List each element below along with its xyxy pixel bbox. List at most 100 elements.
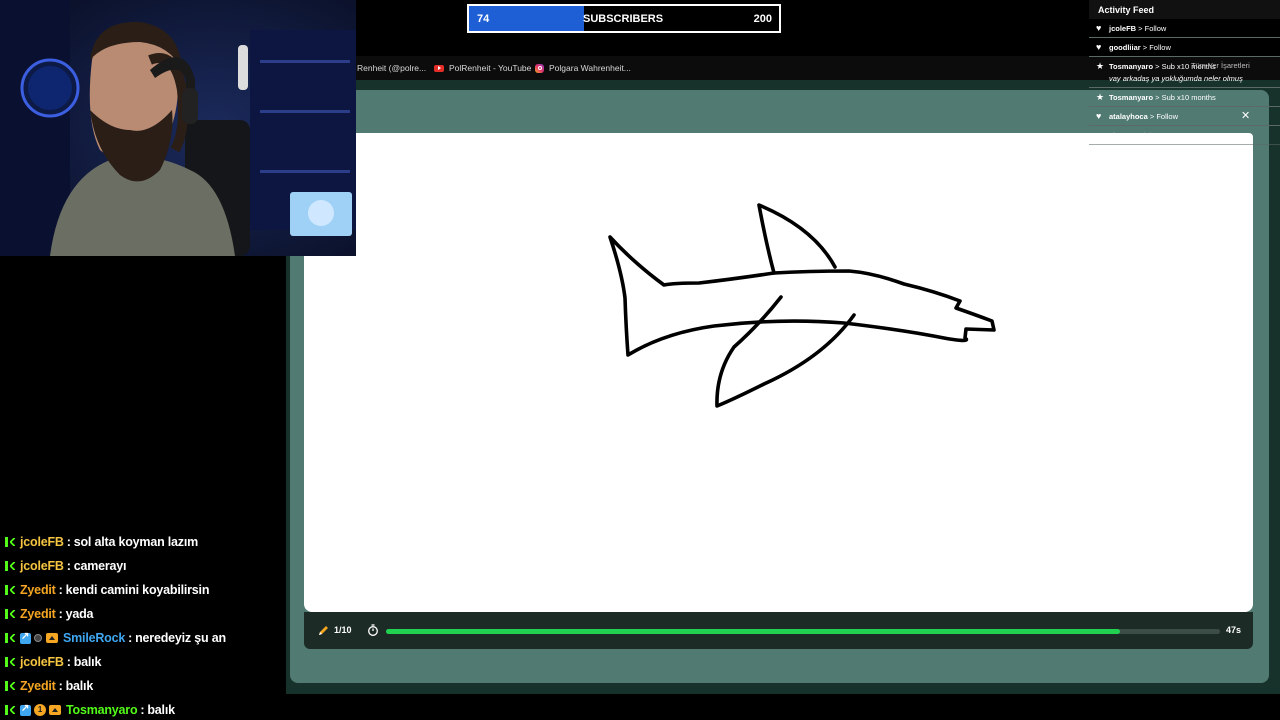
chat-username[interactable]: jcoleFB <box>20 535 64 549</box>
chat-username[interactable]: Zyedit <box>20 679 56 693</box>
crown-badge-icon <box>49 705 61 715</box>
kick-badge-icon <box>5 537 15 547</box>
round-counter: 1/10 <box>334 625 352 635</box>
chat-separator: : <box>128 631 133 645</box>
chat-separator: : <box>58 607 63 621</box>
subscriber-goal-label: SUBSCRIBERS <box>583 13 664 25</box>
chat-message: Zyedit: kendi camini koyabilirsin <box>0 578 286 602</box>
time-progress-bar <box>386 629 1220 634</box>
bookmark-item-instagram[interactable]: Polgara Wahrenheit... <box>535 56 631 80</box>
chat-username[interactable]: jcoleFB <box>20 655 64 669</box>
bookmark-label: PolRenheit - YouTube <box>449 63 532 73</box>
feed-user: MiniPancakeFS <box>1109 150 1165 159</box>
close-icon[interactable]: ✕ <box>1241 109 1250 122</box>
chat-message-text: balık <box>147 703 175 717</box>
feed-user: jcoleFB <box>1109 24 1137 33</box>
chat-username[interactable]: Tosmanyaro <box>66 703 138 717</box>
chat-message-text: balık <box>65 679 94 693</box>
chat-username[interactable]: SmileRock <box>63 631 125 645</box>
time-progress-fill <box>386 629 1120 634</box>
feed-user: ykvan <box>1109 131 1131 140</box>
star-icon: ★ <box>1096 61 1105 71</box>
chat-message-text: camerayı <box>73 559 127 573</box>
dot-badge-icon <box>34 634 42 642</box>
activity-feed-title: Activity Feed <box>1089 0 1280 19</box>
feed-user: Tosmanyaro <box>1109 93 1154 102</box>
feed-item: ★ Tosmanyaro > Sub x10 months <box>1089 88 1280 107</box>
heart-icon: ♥ <box>1096 23 1102 33</box>
feed-item: ■ ykvan > Kicks x100 <box>1089 126 1280 145</box>
feed-user: atalayhoca <box>1109 112 1148 121</box>
chat-message-text: neredeyiz şu an <box>135 631 226 645</box>
chat-message: 1 Tosmanyaro:balık <box>0 698 286 720</box>
chat-message: SmileRock:neredeyiz şu an <box>0 626 286 650</box>
bookmark-label: Renheit (@polre... <box>357 63 427 73</box>
chat-message-text: balık <box>73 655 102 669</box>
feed-item: ♥ atalayhoca > Follow <box>1089 107 1280 126</box>
feed-action: > Follow <box>1140 43 1171 52</box>
kick-badge-icon <box>5 609 15 619</box>
feed-user: Tosmanyaro <box>1109 62 1154 71</box>
heart-icon: ♥ <box>1096 111 1102 121</box>
chat-message-text: kendi camini koyabilirsin <box>65 583 210 597</box>
star-icon: ★ <box>1096 92 1105 102</box>
chat-username[interactable]: Zyedit <box>20 583 56 597</box>
chat-message: jcoleFB: camerayı <box>0 554 286 578</box>
feed-item: ♥ jcoleFB > Follow <box>1089 19 1280 38</box>
chat-separator: : <box>58 583 63 597</box>
timer-readout: 47s <box>1225 625 1241 635</box>
chat-username[interactable]: Zyedit <box>20 607 56 621</box>
chat-separator: : <box>66 655 71 669</box>
chat-separator: : <box>140 703 145 717</box>
drawing-canvas[interactable] <box>304 133 1253 612</box>
feed-sub-message: vay arkadaş ya yokluğumda neler olmuş <box>1109 74 1243 83</box>
bookmarks-overlay-text: Tüm Yer İşaretleri <box>1191 61 1250 70</box>
feed-action: > Follow <box>1147 112 1179 121</box>
feed-action: > Kicks x100 <box>1130 131 1176 140</box>
feed-action: > Follow <box>1136 24 1167 33</box>
blue-badge-icon <box>20 631 31 644</box>
chat-message: jcoleFB: sol alta koyman lazım <box>0 530 286 554</box>
webcam-feed <box>0 0 356 256</box>
chat-username[interactable]: jcoleFB <box>20 559 64 573</box>
bookmark-label: Polgara Wahrenheit... <box>549 63 631 73</box>
feed-action: > Sub x10 months <box>1153 93 1216 102</box>
subscriber-goal-target: 200 <box>753 13 772 25</box>
game-toolbar: 1/10 47s <box>304 612 1253 649</box>
blue-badge-icon <box>20 703 31 716</box>
instagram-icon <box>535 63 544 73</box>
chat-panel: jcoleFB: sol alta koyman lazım jcoleFB: cam… <box>0 530 286 720</box>
feed-user: goodliiar <box>1109 43 1141 52</box>
bookmark-item-youtube[interactable]: PolRenheit - YouTube <box>434 56 531 80</box>
bookmark-item-polrenheit[interactable]: Renheit (@polre... <box>357 56 426 80</box>
kick-badge-icon <box>5 561 15 571</box>
chat-separator: : <box>66 559 71 573</box>
webcam-image <box>0 0 356 256</box>
chat-message: jcoleFB: balık <box>0 650 286 674</box>
subscriber-count: 74 <box>477 13 490 25</box>
feed-item: ■ MiniPancakeFS > Gifted x2 months <box>1089 145 1280 164</box>
chat-message-text: sol alta koyman lazım <box>73 535 199 549</box>
heart-icon: ♥ <box>1096 42 1102 52</box>
feed-action: > Gifted x2 months <box>1164 150 1230 159</box>
kick-badge-icon <box>5 657 15 667</box>
pencil-icon <box>319 626 328 635</box>
airplane-drawing <box>608 203 996 408</box>
gold-badge-icon: 1 <box>34 704 46 716</box>
crown-badge-icon <box>46 633 58 643</box>
kick-badge-icon <box>5 681 15 691</box>
feed-item: ♥ goodliiar > Follow <box>1089 38 1280 57</box>
activity-feed: Activity Feed ♥ jcoleFB > Follow ♥ goodl… <box>1089 0 1280 160</box>
subscriber-goal-bar: 74 SUBSCRIBERS 200 <box>467 4 781 33</box>
gift-icon: ■ <box>1096 149 1102 159</box>
chat-message: Zyedit: balık <box>0 674 286 698</box>
feed-item: ★ Tosmanyaro > Sub x10 months <box>1089 57 1280 88</box>
chat-separator: : <box>58 679 63 693</box>
youtube-icon <box>434 64 444 72</box>
chat-message: Zyedit: yada <box>0 602 286 626</box>
stopwatch-icon <box>368 624 378 636</box>
kick-badge-icon <box>5 633 15 643</box>
kick-badge-icon <box>5 585 15 595</box>
kick-badge-icon <box>5 705 15 715</box>
chat-separator: : <box>66 535 71 549</box>
